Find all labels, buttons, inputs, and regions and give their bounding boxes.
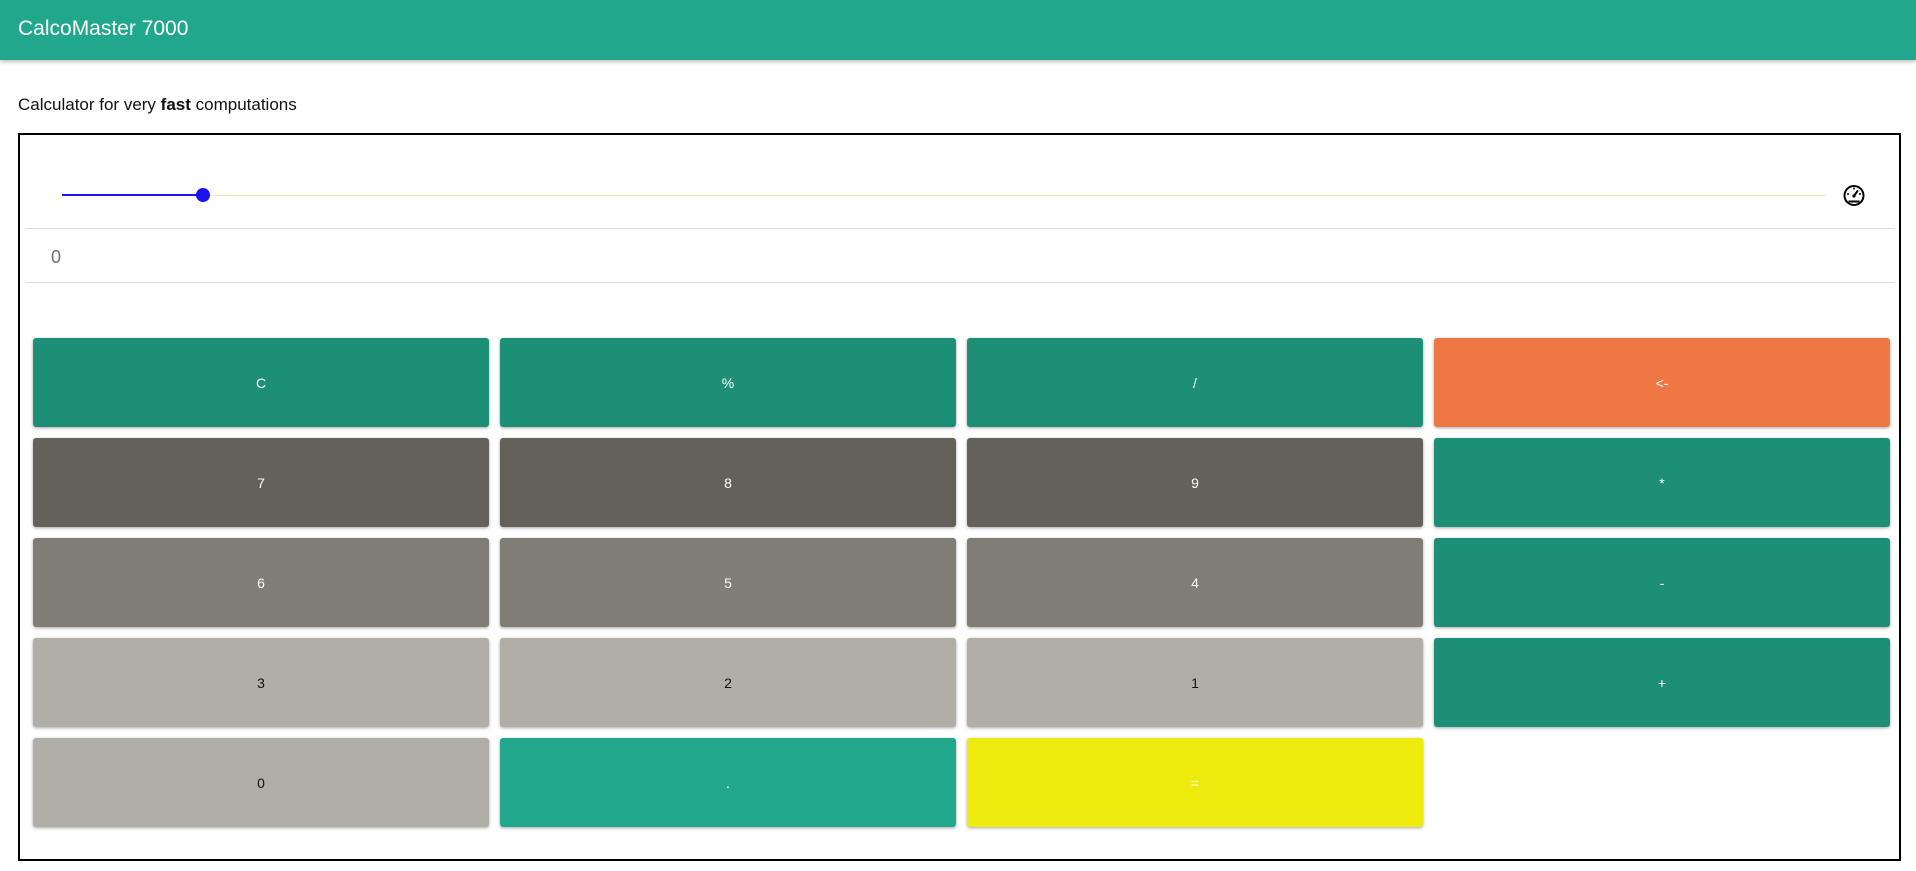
digit-6-button[interactable]: 6 [33,538,489,627]
display-bottom-divider [26,282,1895,283]
speed-slider-track[interactable] [62,195,1826,196]
digit-8-button[interactable]: 8 [500,438,956,527]
clear-button[interactable]: C [33,338,489,427]
subtitle: Calculator for very fast computations [18,95,297,115]
speed-control [26,135,1895,228]
speed-slider-fill [62,194,204,196]
digit-5-button[interactable]: 5 [500,538,956,627]
subtitle-text-before: Calculator for very [18,95,161,114]
digit-1-button[interactable]: 1 [967,638,1423,727]
app-bar: CalcoMaster 7000 [0,0,1916,60]
decimal-button[interactable]: . [500,738,956,827]
subtract-button[interactable]: - [1434,538,1890,627]
subtitle-emphasis: fast [160,95,191,114]
backspace-button[interactable]: <- [1434,338,1890,427]
percent-button[interactable]: % [500,338,956,427]
speedometer-icon [1843,185,1865,206]
display-top-divider [26,228,1895,229]
calculator: 0 C% / <- 7 8 9 * 6 5 4- 3 2 1 +0. = [18,133,1901,861]
digit-2-button[interactable]: 2 [500,638,956,727]
digit-9-button[interactable]: 9 [967,438,1423,527]
add-button[interactable]: + [1434,638,1890,727]
digit-7-button[interactable]: 7 [33,438,489,527]
digit-4-button[interactable]: 4 [967,538,1423,627]
display-value: 0 [51,247,62,267]
app-title: CalcoMaster 7000 [18,17,189,40]
multiply-button[interactable]: * [1434,438,1890,527]
digit-0-button[interactable]: 0 [33,738,489,827]
divide-button[interactable]: / [967,338,1423,427]
equals-button[interactable]: = [967,738,1423,827]
keypad: C% / <- 7 8 9 * 6 5 4- 3 2 1 +0. = [33,338,1890,828]
digit-3-button[interactable]: 3 [33,638,489,727]
speed-slider-thumb[interactable] [196,188,211,202]
subtitle-text-after: computations [190,95,297,114]
